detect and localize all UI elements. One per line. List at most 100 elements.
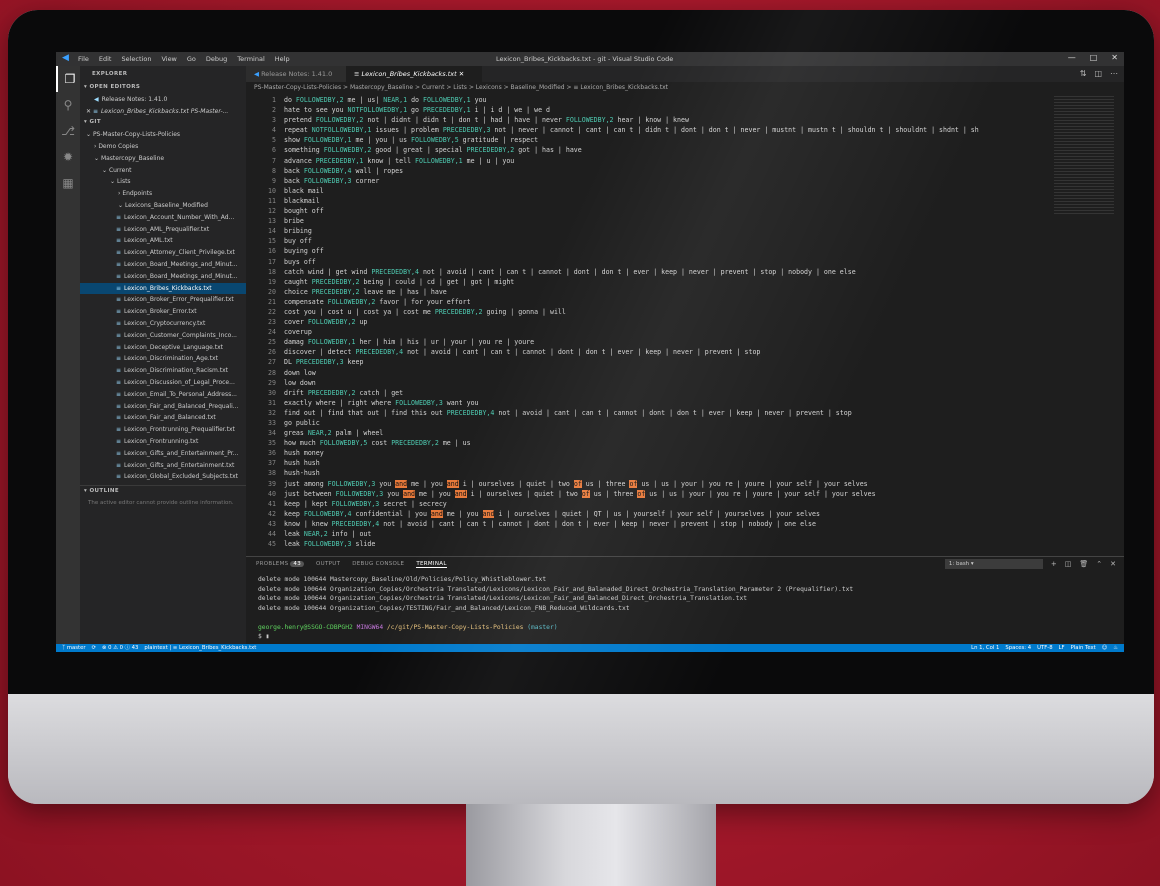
file-item[interactable]: ≡ Lexicon_Broker_Error.txt <box>80 306 246 318</box>
close-icon[interactable]: ✕ <box>86 108 93 115</box>
tab-problems[interactable]: PROBLEMS 43 <box>256 561 305 568</box>
menu-item-selection[interactable]: Selection <box>121 55 151 63</box>
file-item[interactable]: ≡ Lexicon_Global_Excluded_Subjects.txt <box>80 471 246 483</box>
close-button[interactable]: ✕ <box>1111 53 1118 62</box>
menu-bar: File Edit Selection View Go Debug Terminal Help <box>78 55 290 63</box>
file-item[interactable]: ≡ Lexicon_Email_To_Personal_Address... <box>80 389 246 401</box>
explorer-icon[interactable]: ❐ <box>56 66 82 92</box>
terminal-select[interactable]: 1: bash ▾ <box>944 559 1043 569</box>
file-item[interactable]: ≡ Lexicon_Account_Number_With_Ad... <box>80 212 246 224</box>
file-item[interactable]: ≡ Lexicon_AML.txt <box>80 235 246 247</box>
file-item[interactable]: ≡ Lexicon_Frontrunning.txt <box>80 436 246 448</box>
sync-icon[interactable]: ⟳ <box>92 644 96 652</box>
line-text: just between FOLLOWEDBY,3 you and me | y… <box>284 489 876 498</box>
menu-item-file[interactable]: File <box>78 55 89 63</box>
open-editors-section[interactable]: ▾ OPEN EDITORS <box>80 82 246 94</box>
tab-output[interactable]: OUTPUT <box>316 561 340 568</box>
trash-icon[interactable]: 🗑 <box>1079 560 1088 568</box>
file-item[interactable]: ≡ Lexicon_Discussion_of_Legal_Proce... <box>80 377 246 389</box>
split-editor-icon[interactable]: ◫ <box>1094 69 1102 78</box>
file-item[interactable]: ≡ Lexicon_Deceptive_Language.txt <box>80 342 246 354</box>
menu-item-edit[interactable]: Edit <box>99 55 112 63</box>
file-icon: ≡ <box>116 378 122 386</box>
file-item[interactable]: ≡ Lexicon_Customer_Complaints_Inco... <box>80 330 246 342</box>
editor-tabs: ◀ Release Notes: 1.41.0 ≡ Lexicon_Bribes… <box>246 66 1124 82</box>
end-of-line[interactable]: LF <box>1059 644 1065 652</box>
file-label: Lexicon_Account_Number_With_Ad... <box>124 213 235 221</box>
outline-section[interactable]: ▾ OUTLINE <box>80 485 246 498</box>
code-line: 9 back FOLLOWEDBY,3 corner <box>246 176 1046 186</box>
folder-item[interactable]: ⌄ Lexicons_Baseline_Modified <box>80 200 246 212</box>
file-item[interactable]: ≡ Lexicon_Frontrunning_Prequalifier.txt <box>80 424 246 436</box>
file-item[interactable]: ≡ Lexicon_Board_Meetings_and_Minut... <box>80 259 246 271</box>
menu-item-terminal[interactable]: Terminal <box>237 55 264 63</box>
menu-item-view[interactable]: View <box>161 55 176 63</box>
file-item[interactable]: ≡ Lexicon_Broker_Error_Prequalifier.txt <box>80 294 246 306</box>
menu-item-help[interactable]: Help <box>275 55 290 63</box>
file-item[interactable]: ≡ Lexicon_Discrimination_Racism.txt <box>80 365 246 377</box>
folder-item[interactable]: ⌄ Lists <box>80 176 246 188</box>
debug-icon[interactable]: ✹ <box>56 144 80 170</box>
line-number: 31 <box>268 398 276 407</box>
folder-item[interactable]: ⌄ PS-Master-Copy-Lists-Policies <box>80 129 246 141</box>
tab-terminal[interactable]: TERMINAL <box>416 561 447 568</box>
git-section[interactable]: ▾ GIT <box>80 117 246 129</box>
open-editor-item[interactable]: ◀ Release Notes: 1.41.0 <box>80 94 246 106</box>
indentation[interactable]: Spaces: 4 <box>1005 644 1031 652</box>
line-number: 24 <box>268 328 276 337</box>
code-line: 27 DL PRECEDEDBY,3 keep <box>246 357 1046 367</box>
file-item[interactable]: ≡ Lexicon_Cryptocurrency.txt <box>80 318 246 330</box>
split-terminal-icon[interactable]: ◫ <box>1065 560 1072 568</box>
tab-release-notes[interactable]: ◀ Release Notes: 1.41.0 <box>246 66 358 82</box>
maximize-button[interactable]: □ <box>1090 53 1098 62</box>
open-editor-item[interactable]: ✕ ≡ Lexicon_Bribes_Kickbacks.txt PS-Maste… <box>80 106 246 118</box>
bell-icon[interactable]: ♨ <box>1113 644 1118 652</box>
file-label: Lexicon_Cryptocurrency.txt <box>124 319 206 327</box>
file-item[interactable]: ≡ Lexicon_Gifts_and_Entertainment.txt <box>80 460 246 472</box>
file-item[interactable]: ≡ Lexicon_Fair_and_Balanced_Prequali... <box>80 401 246 413</box>
extensions-icon[interactable]: ▦ <box>56 170 80 196</box>
plus-icon[interactable]: + <box>1051 560 1057 568</box>
file-item[interactable]: ≡ Lexicon_Bribes_Kickbacks.txt <box>80 282 246 295</box>
file-item[interactable]: ≡ Lexicon_Discrimination_Age.txt <box>80 353 246 365</box>
folder-item[interactable]: › Demo Copies <box>80 141 246 153</box>
folder-item[interactable]: ⌄ Mastercopy_Baseline <box>80 153 246 165</box>
file-item[interactable]: ≡ Lexicon_Gifts_and_Entertainment_Pr... <box>80 448 246 460</box>
terminal[interactable]: delete mode 100644 Mastercopy_Baseline/O… <box>258 575 853 642</box>
file-item[interactable]: ≡ Lexicon_Fair_and_Balanced.txt <box>80 412 246 424</box>
feedback-icon[interactable]: ☺ <box>1102 644 1108 652</box>
breadcrumb[interactable]: PS-Master-Copy-Lists-Policies > Masterco… <box>254 84 668 91</box>
file-item[interactable]: ≡ Lexicon_Board_Meetings_and_Minut... <box>80 271 246 283</box>
chevron-down-icon: ⌄ <box>102 166 109 174</box>
tab-debug-console[interactable]: DEBUG CONSOLE <box>352 561 404 568</box>
branch-status[interactable]: ᛉ master <box>62 644 86 652</box>
line-number: 19 <box>268 277 276 286</box>
code-line: 37 hush hush <box>246 458 1046 468</box>
language-mode[interactable]: Plain Text <box>1071 644 1096 652</box>
file-item[interactable]: ≡ Lexicon_AML_Prequalifier.txt <box>80 224 246 236</box>
more-actions-icon[interactable]: ⋯ <box>1110 69 1118 78</box>
line-text: drift PRECEDEDBY,2 catch | get <box>284 388 404 397</box>
encoding[interactable]: UTF-8 <box>1037 644 1052 652</box>
folder-item[interactable]: ⌄ Current <box>80 165 246 177</box>
close-icon[interactable]: ✕ <box>1110 560 1116 568</box>
line-text: black mail <box>284 186 324 195</box>
problems-status[interactable]: ⊗ 0 ⚠ 0 ⓘ 43 <box>102 644 138 652</box>
folder-item[interactable]: › Endpoints <box>80 188 246 200</box>
code-editor[interactable]: 1 do FOLLOWEDBY,2 me | us| NEAR,1 do FOLL… <box>246 95 1046 555</box>
terminal-line: delete mode 100644 Mastercopy_Baseline/O… <box>258 576 547 583</box>
tab-lexicon-bribes[interactable]: ≡ Lexicon_Bribes_Kickbacks.txt ✕ <box>346 66 482 82</box>
minimap[interactable] <box>1054 96 1114 216</box>
language-status-left[interactable]: plaintext | ≡ Lexicon_Bribes_Kickbacks.t… <box>144 644 256 652</box>
menu-item-go[interactable]: Go <box>187 55 196 63</box>
minimize-button[interactable]: — <box>1068 53 1076 62</box>
file-item[interactable]: ≡ Lexicon_Attorney_Client_Privilege.txt <box>80 247 246 259</box>
source-control-icon[interactable]: ⎇ <box>56 118 80 144</box>
search-icon[interactable]: ⚲ <box>56 92 80 118</box>
terminal-input[interactable]: $ ▮ <box>258 632 853 642</box>
menu-item-debug[interactable]: Debug <box>206 55 227 63</box>
open-changes-icon[interactable]: ⇅ <box>1080 69 1087 78</box>
cursor-position[interactable]: Ln 1, Col 1 <box>971 644 999 652</box>
code-line: 10 black mail <box>246 186 1046 196</box>
chevron-up-icon[interactable]: ⌃ <box>1096 560 1102 568</box>
